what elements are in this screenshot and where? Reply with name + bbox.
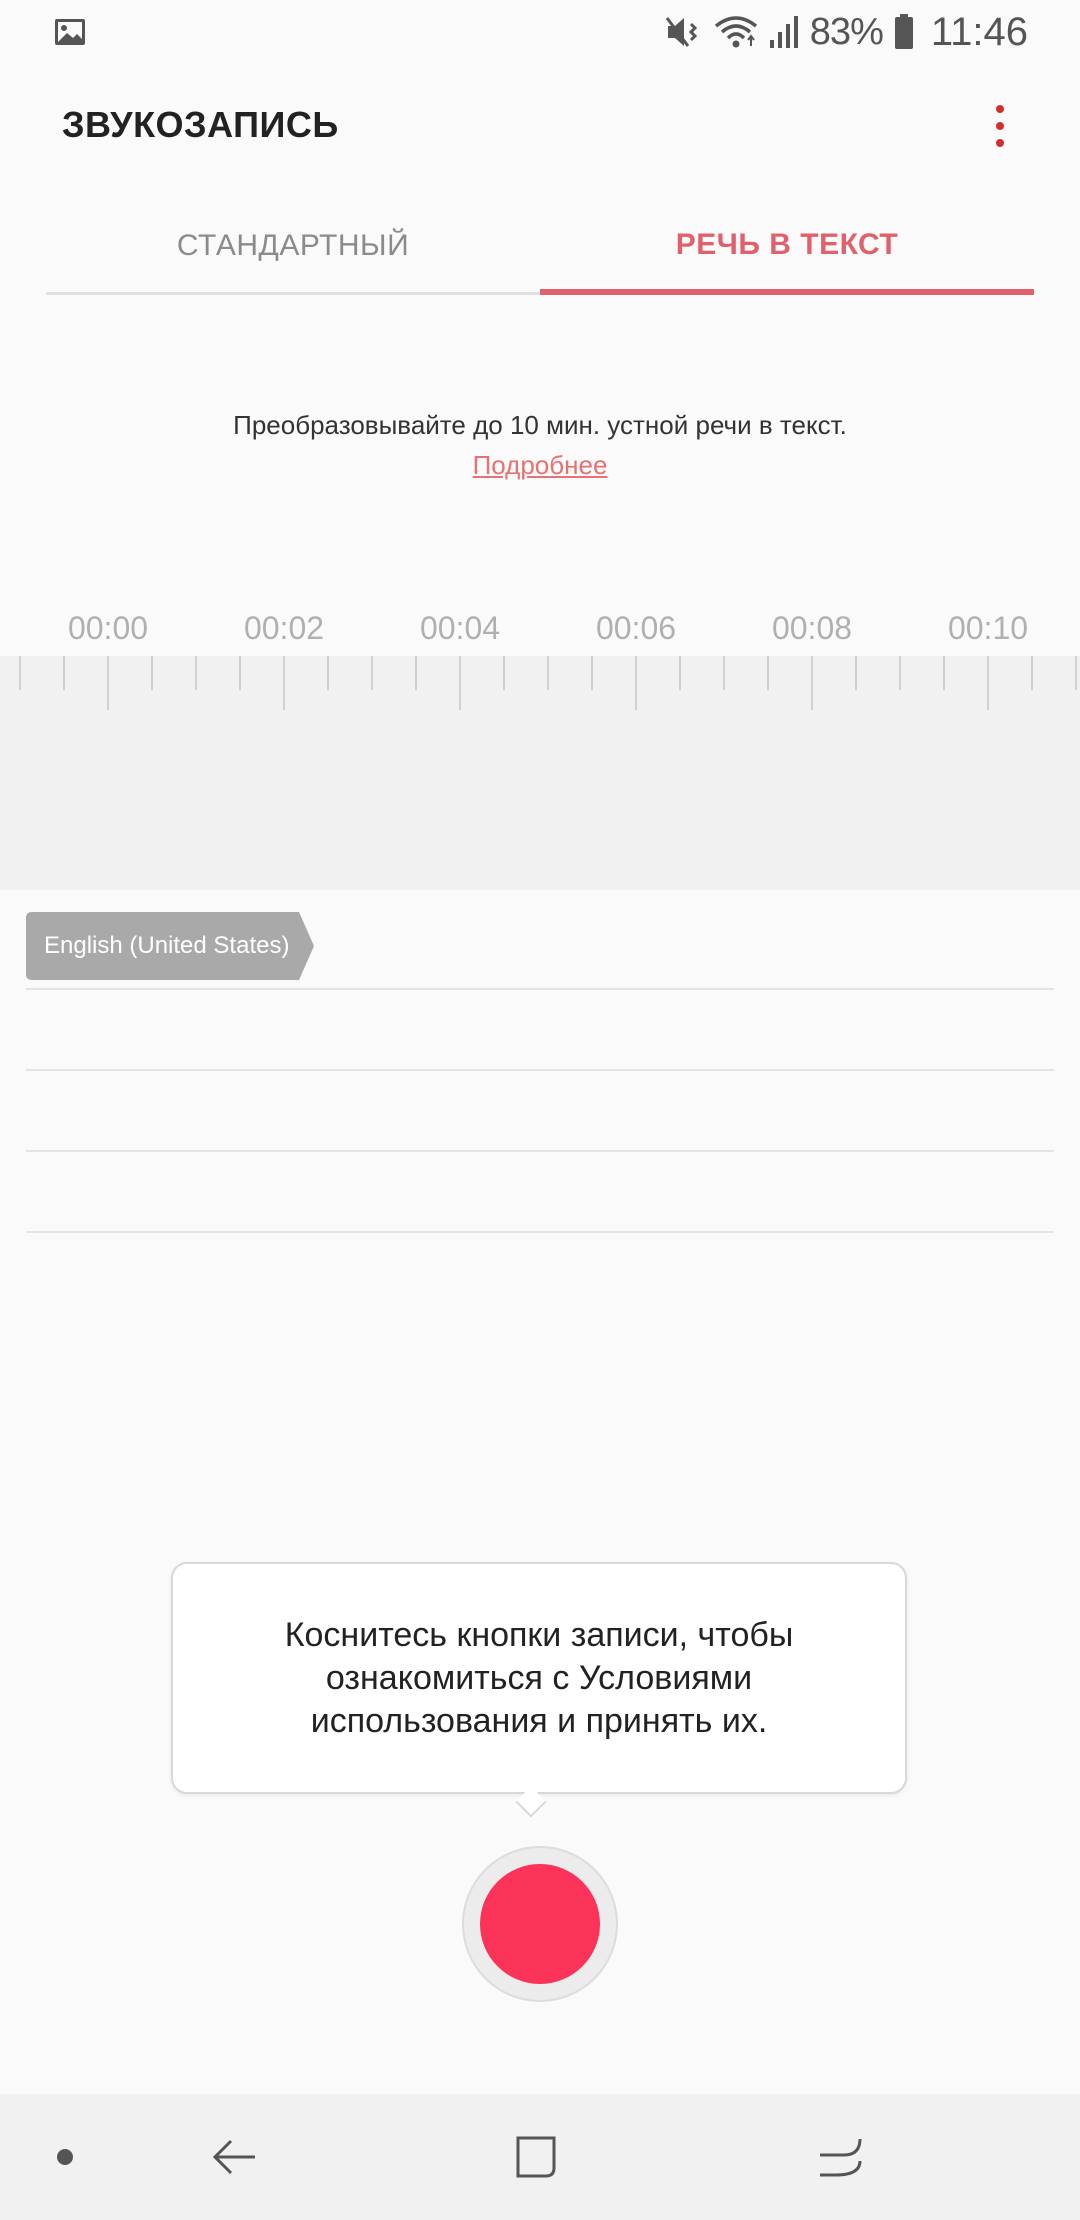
language-label: English (United States) <box>44 932 290 959</box>
tab-bar: СТАНДАРТНЫЙ РЕЧЬ В ТЕКСТ <box>46 200 1034 295</box>
record-icon <box>480 1864 600 1984</box>
divider <box>26 1150 1054 1152</box>
signal-icon <box>769 16 798 48</box>
waveform-area <box>0 656 1080 890</box>
nav-back-button[interactable] <box>190 2094 280 2220</box>
battery-percent: 83% <box>809 10 884 53</box>
home-square-icon <box>516 2136 556 2178</box>
nav-home-button[interactable] <box>490 2094 580 2220</box>
app-title: ЗВУКОЗАПИСЬ <box>62 104 339 145</box>
divider <box>26 1069 1054 1071</box>
navigation-bar <box>0 2094 1080 2220</box>
tab-speech-to-text[interactable]: РЕЧЬ В ТЕКСТ <box>540 200 1034 295</box>
learn-more-link[interactable]: Подробнее <box>0 450 1080 481</box>
timeline-ruler <box>19 656 1077 710</box>
time-label: 00:04 <box>419 610 501 646</box>
battery-icon <box>894 14 913 49</box>
time-label: 00:08 <box>771 610 853 646</box>
intro-text: Преобразовывайте до 10 мин. устной речи … <box>233 410 847 440</box>
time-label: 00:10 <box>947 610 1029 646</box>
divider <box>26 988 1054 990</box>
time-label: 00:02 <box>243 610 325 646</box>
tooltip-text: Коснитесь кнопки записи, чтобы ознакомит… <box>284 1615 794 1740</box>
dot-icon <box>57 2149 73 2165</box>
wifi-icon <box>714 16 757 48</box>
nav-dot-button[interactable] <box>30 2094 100 2220</box>
language-chip[interactable]: English (United States) <box>26 912 323 980</box>
time-label: 00:06 <box>595 610 677 646</box>
more-vert-icon[interactable] <box>980 96 1020 156</box>
record-button[interactable] <box>462 1846 618 2002</box>
divider <box>26 1231 1054 1233</box>
recents-icon <box>820 2138 862 2177</box>
status-bar: 83% 11:46 <box>0 0 1080 64</box>
timeline-labels: 00:00 00:02 00:04 00:06 00:08 00:10 <box>0 610 1080 654</box>
clock: 11:46 <box>930 9 1028 54</box>
nav-recents-button[interactable] <box>795 2094 885 2220</box>
gallery-icon <box>55 19 85 45</box>
tab-standard[interactable]: СТАНДАРТНЫЙ <box>46 200 540 295</box>
time-label: 00:00 <box>67 610 149 646</box>
back-arrow-icon <box>212 2139 255 2175</box>
mute-vibrate-icon <box>665 17 697 47</box>
terms-tooltip: Коснитесь кнопки записи, чтобы ознакомит… <box>171 1562 907 1794</box>
